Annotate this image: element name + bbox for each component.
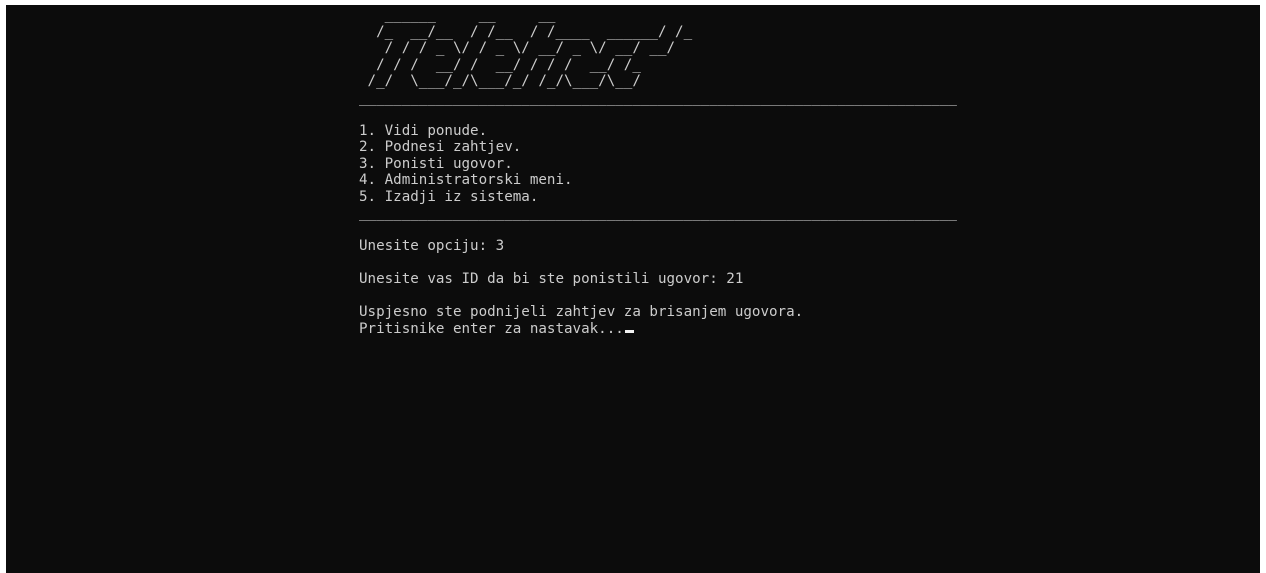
- continue-line[interactable]: Pritisnike enter za nastavak...: [359, 321, 979, 338]
- menu-item-3: 3. Ponisti ugovor.: [359, 155, 513, 172]
- success-message: Uspjesno ste podnijeli zahtjev za brisan…: [359, 304, 804, 320]
- ascii-logo: ______ __ __ /_ __/__ / /__ / /____ ____…: [367, 7, 693, 89]
- option-prompt: Unesite opciju: 3: [359, 238, 505, 254]
- continue-prompt: Pritisnike enter za nastavak...: [359, 320, 624, 337]
- id-prompt: Unesite vas ID da bi ste ponistili ugovo…: [359, 271, 744, 287]
- divider-bottom: ________________________________________…: [359, 205, 957, 221]
- text-cursor: [624, 329, 634, 333]
- menu-item-4: 4. Administratorski meni.: [359, 172, 573, 188]
- menu-item-1: 1. Vidi ponude.: [359, 122, 488, 139]
- menu-item-2: 2. Podnesi zahtjev.: [359, 139, 522, 155]
- console-output: ______ __ __ /_ __/__ / /__ / /____ ____…: [359, 5, 979, 337]
- console-window[interactable]: ______ __ __ /_ __/__ / /__ / /____ ____…: [6, 5, 1260, 573]
- divider-top: ________________________________________…: [359, 89, 957, 106]
- menu-item-5: 5. Izadji iz sistema.: [359, 188, 539, 205]
